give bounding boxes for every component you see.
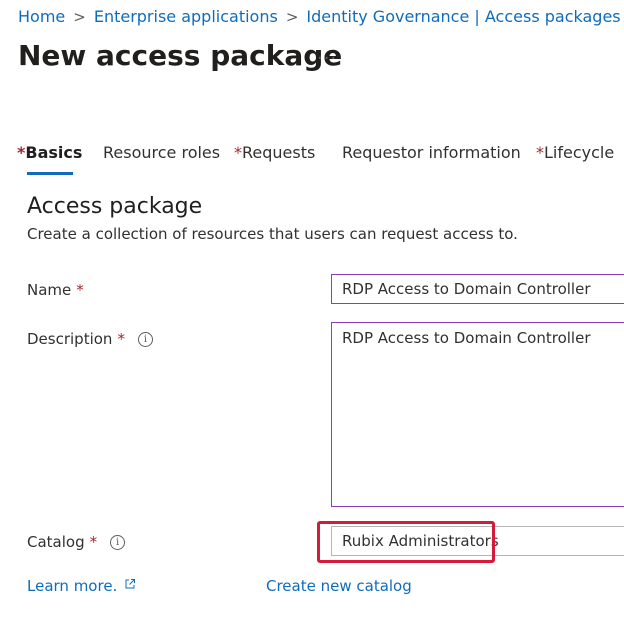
tab-basics[interactable]: *Basics <box>17 143 82 162</box>
breadcrumb-identity-governance[interactable]: Identity Governance | Access packages <box>306 7 620 26</box>
learn-more-text: Learn more. <box>27 577 118 595</box>
section-title: Access package <box>27 194 203 219</box>
description-label-text: Description <box>27 330 113 348</box>
tab-label: Lifecycle <box>544 143 615 162</box>
breadcrumb: Home > Enterprise applications > Identit… <box>18 7 624 26</box>
required-marker: * <box>536 143 544 162</box>
required-marker: * <box>76 281 84 299</box>
tab-label: Requestor information <box>342 143 521 162</box>
required-marker: * <box>89 533 98 551</box>
name-input[interactable]: RDP Access to Domain Controller <box>331 274 624 304</box>
tab-label: Resource roles <box>103 143 221 162</box>
page-title: New access package <box>18 39 343 72</box>
breadcrumb-enterprise-applications[interactable]: Enterprise applications <box>94 7 278 26</box>
required-marker: * <box>234 143 242 162</box>
tab-label: Basics <box>25 143 83 162</box>
info-icon[interactable]: i <box>110 534 126 550</box>
name-label: Name * <box>27 281 84 299</box>
more-options-button[interactable]: ··· <box>317 48 337 69</box>
required-marker: * <box>117 330 125 348</box>
name-label-text: Name <box>27 281 72 299</box>
external-link-icon <box>125 579 136 589</box>
catalog-label-text: Catalog <box>27 533 85 551</box>
active-tab-indicator <box>27 172 73 175</box>
section-subtitle: Create a collection of resources that us… <box>27 225 518 243</box>
highlight-box <box>317 521 495 563</box>
description-textarea[interactable]: RDP Access to Domain Controller <box>331 322 624 507</box>
info-icon[interactable]: i <box>137 331 153 347</box>
description-label: Description * i <box>27 330 153 348</box>
chevron-right-icon: > <box>285 7 299 26</box>
chevron-right-icon: > <box>73 7 86 26</box>
tab-requests[interactable]: *Requests <box>234 143 315 162</box>
wizard-tabs: *Basics Resource roles *Requests Request… <box>0 143 624 177</box>
tab-requestor-information[interactable]: Requestor information <box>342 143 521 162</box>
catalog-label: Catalog * i <box>27 533 126 551</box>
learn-more-link[interactable]: Learn more. <box>27 577 136 595</box>
tab-label: Requests <box>242 143 316 162</box>
tab-lifecycle[interactable]: *Lifecycle <box>536 143 614 162</box>
create-new-catalog-link[interactable]: Create new catalog <box>266 577 412 595</box>
breadcrumb-home[interactable]: Home <box>18 7 65 26</box>
tab-resource-roles[interactable]: Resource roles <box>103 143 220 162</box>
